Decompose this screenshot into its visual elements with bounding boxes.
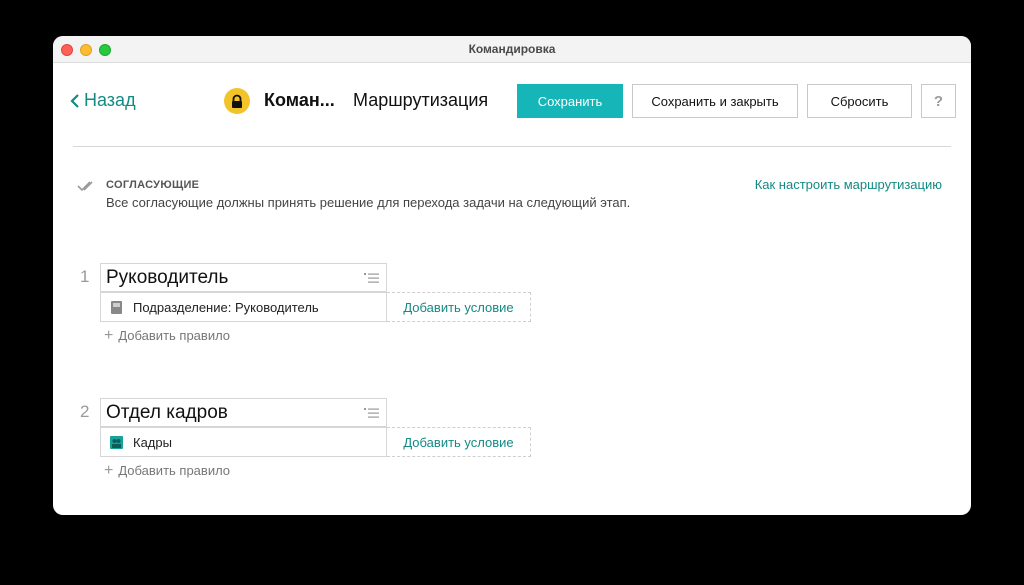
add-rule-label: Добавить правило (118, 328, 231, 343)
stage-number: 1 (80, 267, 90, 286)
title-bar: Командировка (53, 36, 971, 63)
plus-icon: + (104, 462, 114, 479)
window-title: Командировка (468, 42, 556, 56)
rule-label: Кадры (133, 434, 172, 450)
double-check-icon (77, 181, 93, 192)
add-condition-button[interactable]: Добавить условие (387, 427, 531, 457)
section-title: Маршрутизация (353, 90, 489, 110)
add-condition-button[interactable]: Добавить условие (387, 292, 531, 322)
chevron-left-icon (70, 93, 79, 108)
add-rule-label: Добавить правило (118, 463, 231, 478)
lock-icon (224, 88, 250, 114)
reset-button[interactable]: Сбросить (807, 84, 912, 118)
stage-name: Руководитель (106, 267, 229, 288)
stage-number: 2 (80, 402, 90, 421)
add-rule-button[interactable]: + Добавить правило (104, 327, 231, 344)
plus-icon: + (104, 327, 114, 344)
stage-name-field[interactable]: Руководитель (100, 263, 387, 292)
add-rule-button[interactable]: + Добавить правило (104, 462, 231, 479)
document-title: Коман... (264, 90, 335, 110)
stage-name: Отдел кадров (106, 402, 228, 423)
list-settings-icon[interactable] (364, 407, 379, 419)
save-and-close-button[interactable]: Сохранить и закрыть (632, 84, 798, 118)
routing-help-link[interactable]: Как настроить маршрутизацию (755, 177, 942, 192)
approvers-description: Все согласующие должны принять решение д… (106, 195, 631, 210)
department-book-icon (111, 300, 122, 314)
stage-name-field[interactable]: Отдел кадров (100, 398, 387, 427)
group-icon (110, 435, 123, 449)
approvers-heading: СОГЛАСУЮЩИЕ (106, 179, 200, 191)
app-window: Командировка Назад Коман... Маршрутизаци… (53, 36, 971, 515)
back-label: Назад (84, 90, 136, 110)
back-button[interactable]: Назад (69, 90, 136, 111)
help-button[interactable]: ? (921, 84, 956, 118)
header-divider (73, 146, 951, 147)
save-button[interactable]: Сохранить (517, 84, 623, 118)
list-settings-icon[interactable] (364, 272, 379, 284)
rule-label: Подразделение: Руководитель (133, 299, 319, 315)
rule-item[interactable]: Кадры (100, 427, 387, 457)
rule-item[interactable]: Подразделение: Руководитель (100, 292, 387, 322)
